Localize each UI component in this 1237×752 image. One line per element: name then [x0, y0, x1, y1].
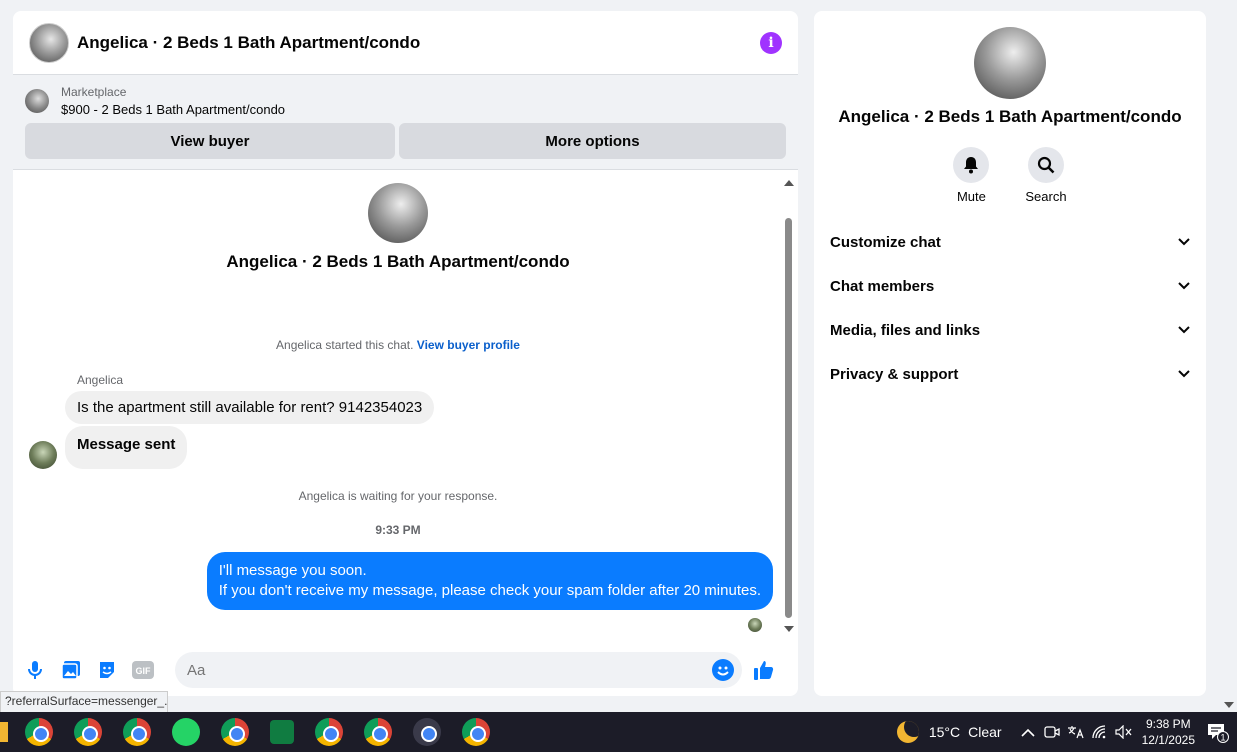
notification-icon[interactable]: 1	[1205, 720, 1229, 744]
page-scrollbar[interactable]	[1220, 0, 1237, 712]
outgoing-line: If you don't receive my message, please …	[218, 582, 761, 599]
volume-muted-icon[interactable]	[1115, 723, 1133, 741]
message-thread: Angelica · 2 Beds 1 Bath Apartment/condo…	[13, 174, 783, 644]
like-icon[interactable]	[752, 658, 776, 682]
chrome-icon[interactable]	[314, 718, 343, 746]
scroll-up-arrow[interactable]	[784, 180, 794, 186]
marketplace-row: Marketplace $900 - 2 Beds 1 Bath Apartme…	[25, 85, 786, 117]
chrome-icon-active[interactable]	[412, 718, 441, 746]
url-tooltip: ?referralSurface=messenger_...	[0, 691, 168, 713]
thread-avatar	[368, 183, 428, 243]
chevron-down-icon	[1178, 238, 1190, 246]
photo-icon[interactable]	[59, 658, 83, 682]
view-buyer-profile-link[interactable]: View buyer profile	[417, 338, 520, 352]
incoming-message-row: Message sent	[29, 426, 783, 469]
info-actions: Mute Search	[814, 147, 1206, 204]
scroll-down-arrow[interactable]	[784, 626, 794, 632]
moon-icon	[896, 721, 919, 743]
chat-panel: Angelica · 2 Beds 1 Bath Apartment/condo…	[13, 11, 798, 696]
incoming-message[interactable]: Is the apartment still available for ren…	[65, 391, 435, 424]
chrome-icon[interactable]	[122, 718, 151, 746]
sticker-icon[interactable]	[95, 658, 119, 682]
search-icon[interactable]	[1027, 147, 1064, 183]
bell-icon[interactable]	[953, 147, 990, 183]
gif-label: GIF	[136, 666, 152, 676]
outgoing-message[interactable]: I'll message you soon. If you don't rece…	[206, 552, 773, 610]
incoming-message[interactable]: Message sent	[65, 426, 188, 469]
message-input[interactable]	[187, 661, 712, 679]
whatsapp-icon[interactable]	[171, 718, 200, 746]
search-button[interactable]: Search	[1025, 147, 1067, 204]
gif-icon[interactable]: GIF	[131, 658, 155, 682]
chevron-down-icon	[1178, 282, 1190, 290]
info-sections: Customize chat Chat members Media, files…	[814, 220, 1206, 396]
section-label: Media, files and links	[830, 321, 981, 339]
listing-title: $900 - 2 Beds 1 Bath Apartment/condo	[61, 102, 286, 117]
marketplace-label: Marketplace	[61, 85, 127, 99]
section-label: Privacy & support	[830, 365, 959, 383]
wifi-icon[interactable]	[1091, 723, 1109, 741]
clock-date: 12/1/2025	[1141, 733, 1195, 747]
chrome-icon[interactable]	[73, 718, 102, 746]
system-tray: 15°C Clear 9:38 PM 12/1/2025 1	[896, 712, 1237, 752]
chat-header: Angelica · 2 Beds 1 Bath Apartment/condo…	[13, 11, 798, 75]
taskbar: 15°C Clear 9:38 PM 12/1/2025 1	[0, 712, 1237, 752]
thread-title: Angelica · 2 Beds 1 Bath Apartment/condo	[226, 252, 570, 271]
view-buyer-button[interactable]: View buyer	[25, 123, 395, 159]
chevron-down-icon	[1178, 370, 1190, 378]
chat-started-text: Angelica started this chat.	[276, 338, 414, 352]
section-privacy-support[interactable]: Privacy & support	[814, 352, 1206, 396]
waiting-notice: Angelica is waiting for your response.	[298, 489, 498, 503]
marketplace-buttons: View buyer More options	[25, 123, 786, 159]
file-explorer-icon[interactable]	[0, 722, 8, 742]
chevron-up-icon[interactable]	[1019, 723, 1037, 741]
chat-avatar[interactable]	[29, 22, 69, 63]
weather-condition: Clear	[968, 724, 1002, 740]
chrome-icon[interactable]	[461, 718, 490, 746]
incoming-message-row: Is the apartment still available for ren…	[65, 391, 783, 424]
info-avatar[interactable]	[974, 27, 1046, 99]
chrome-icon[interactable]	[220, 718, 249, 746]
conversation-info-panel: Angelica · 2 Beds 1 Bath Apartment/condo…	[814, 11, 1206, 696]
chevron-down-icon	[1178, 326, 1190, 334]
language-icon[interactable]	[1067, 723, 1085, 741]
sender-name: Angelica	[77, 373, 124, 387]
microphone-icon[interactable]	[23, 658, 47, 682]
message-timestamp: 9:33 PM	[375, 523, 421, 537]
sender-avatar[interactable]	[29, 441, 57, 469]
info-icon[interactable]: i	[760, 31, 782, 54]
weather-temp: 15°C	[928, 724, 961, 740]
seen-indicator	[748, 618, 762, 632]
outgoing-message-row: I'll message you soon. If you don't rece…	[13, 552, 773, 610]
page-scroll-down-arrow[interactable]	[1224, 702, 1234, 708]
chat-started-notice: Angelica started this chat. View buyer p…	[13, 338, 783, 352]
more-options-button[interactable]: More options	[399, 123, 786, 159]
outgoing-line: I'll message you soon.	[218, 562, 367, 579]
section-label: Chat members	[830, 277, 935, 295]
section-media-files-links[interactable]: Media, files and links	[814, 308, 1206, 352]
emoji-icon[interactable]	[712, 659, 734, 681]
excel-icon[interactable]	[269, 720, 294, 744]
marketplace-box: Marketplace $900 - 2 Beds 1 Bath Apartme…	[13, 75, 798, 170]
clock-time: 9:38 PM	[1145, 717, 1191, 731]
info-title: Angelica · 2 Beds 1 Bath Apartment/condo	[838, 107, 1182, 126]
listing-thumbnail	[25, 89, 49, 113]
chrome-icon[interactable]	[24, 718, 53, 746]
thread-scrollbar[interactable]	[783, 176, 794, 636]
mute-button[interactable]: Mute	[953, 147, 990, 204]
scroll-thumb[interactable]	[785, 218, 792, 618]
weather-widget[interactable]: 15°C Clear	[896, 721, 1002, 743]
chat-title[interactable]: Angelica · 2 Beds 1 Bath Apartment/condo	[77, 33, 760, 53]
section-chat-members[interactable]: Chat members	[814, 264, 1206, 308]
meet-icon[interactable]	[1043, 723, 1061, 741]
search-label: Search	[1025, 189, 1067, 204]
section-label: Customize chat	[830, 233, 941, 251]
message-input-box[interactable]	[175, 652, 742, 688]
section-customize-chat[interactable]: Customize chat	[814, 220, 1206, 264]
clock[interactable]: 9:38 PM 12/1/2025	[1142, 716, 1195, 748]
chrome-icon[interactable]	[363, 718, 392, 746]
notification-count: 1	[1220, 733, 1225, 743]
mute-label: Mute	[956, 189, 986, 204]
composer: GIF	[13, 644, 798, 696]
